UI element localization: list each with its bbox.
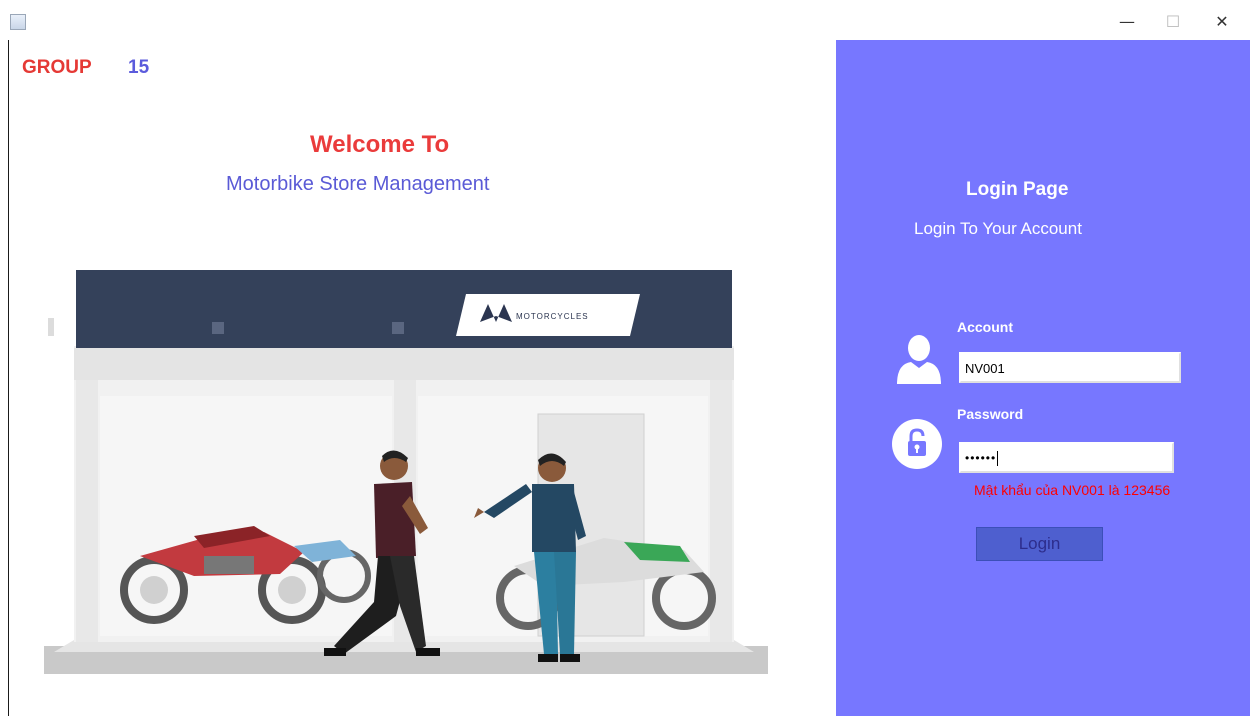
- window-border: [8, 40, 9, 716]
- lock-icon: [892, 419, 942, 469]
- login-button-label: Login: [1018, 534, 1061, 553]
- store-illustration: MOTORCYCLES: [44, 270, 768, 674]
- login-subtitle: Login To Your Account: [914, 219, 1082, 238]
- text-caret: [997, 451, 999, 467]
- minimize-button[interactable]: —: [1104, 9, 1150, 33]
- java-app-icon: [10, 14, 26, 30]
- minimize-icon: —: [1119, 11, 1135, 31]
- login-button[interactable]: Login: [976, 527, 1103, 561]
- maximize-icon: ☐: [1165, 11, 1181, 31]
- account-label: Account: [957, 319, 1013, 335]
- password-value: ••••••: [965, 451, 997, 465]
- close-icon: ✕: [1215, 11, 1229, 31]
- store-sign-text: MOTORCYCLES: [516, 312, 589, 321]
- user-icon: [897, 335, 941, 384]
- account-input[interactable]: NV001: [959, 352, 1181, 383]
- group-label: GROUP: [22, 57, 92, 78]
- close-button[interactable]: ✕: [1199, 9, 1245, 33]
- welcome-subtitle: Motorbike Store Management: [226, 173, 490, 195]
- account-value: NV001: [965, 361, 1005, 376]
- login-title: Login Page: [966, 179, 1069, 200]
- password-input[interactable]: ••••••: [959, 442, 1174, 473]
- welcome-title: Welcome To: [310, 131, 450, 158]
- title-bar: — ☐ ✕: [0, 0, 1250, 40]
- maximize-button[interactable]: ☐: [1150, 9, 1196, 33]
- password-hint: Mật khẩu của NV001 là 123456: [974, 482, 1171, 498]
- group-number: 15: [128, 57, 150, 78]
- password-label: Password: [957, 406, 1024, 422]
